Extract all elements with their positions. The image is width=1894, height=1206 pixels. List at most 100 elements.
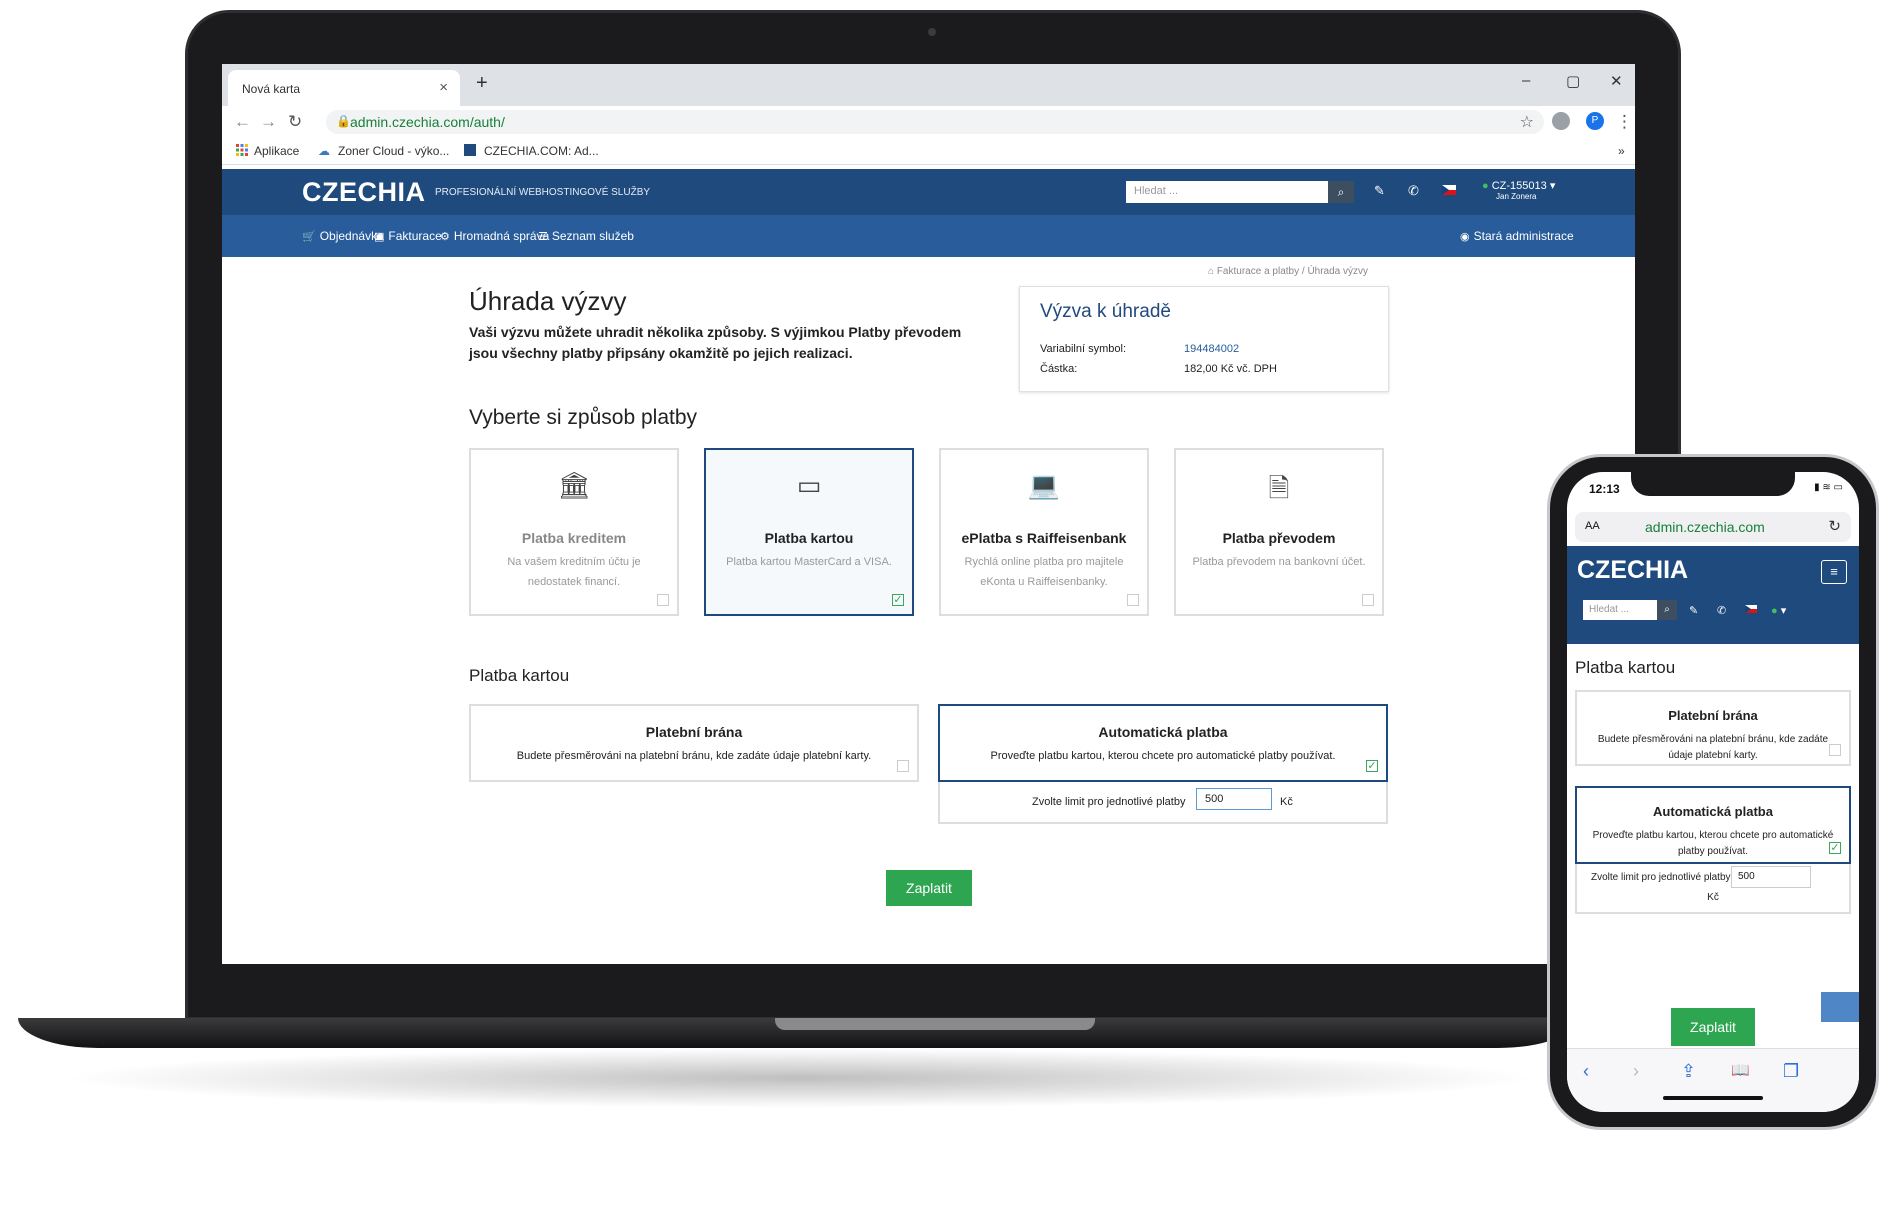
method-card-checkbox[interactable]: ✓ [892,594,904,606]
chat-avatar[interactable] [1821,992,1859,1022]
account-menu[interactable]: ● CZ-155013 ▾ Jan Zonera [1482,179,1555,201]
laptop-camera [928,28,936,36]
limit-input[interactable]: 500 [1196,788,1272,810]
phone-limit-input[interactable]: 500 [1731,866,1811,888]
window-close-icon[interactable]: ✕ [1610,72,1623,90]
method-raiffeisen[interactable]: 💻 ePlatba s Raiffeisenbank Rychlá online… [939,448,1149,616]
browser-menu-icon[interactable]: ⋮ [1616,112,1633,132]
bookmark-star-icon[interactable]: ☆ [1520,112,1534,132]
bookmark-czechia[interactable]: CZECHIA.COM: Ad... [484,144,599,158]
phone-option-automatic[interactable]: Automatická platba Proveďte platbu karto… [1575,786,1851,864]
phone-phone-icon[interactable]: ✆ [1717,604,1726,617]
nav-billing[interactable]: ▣ Fakturace [374,229,442,243]
phone-account-icon[interactable]: ● ▾ [1771,604,1786,617]
money-icon: ▣ [374,231,385,243]
reload-icon[interactable]: ↻ [288,112,302,132]
minimize-icon[interactable]: – [1522,72,1530,89]
more-bookmarks-icon[interactable]: » [1618,144,1625,158]
method-card[interactable]: ▭ Platba kartou Platba kartou MasterCard… [704,448,914,616]
phone-flag-icon[interactable] [1745,604,1757,616]
payment-method-heading: Vyberte si způsob platby [469,406,698,429]
invoice-title: Výzva k úhradě [1040,301,1171,322]
nav-bulk-management[interactable]: ⚙ Hromadná správa [440,229,549,243]
credit-card-icon: ▭ [796,470,822,500]
nav-orders[interactable]: 🛒 Objednávka [302,229,384,243]
phone-site-header: CZECHIA ≡ Hledat ... ⌕ ✎ ✆ ● ▾ [1567,546,1859,644]
method-credit-desc: Na vašem kreditním účtu je nedostatek fi… [507,556,641,588]
safari-forward-icon[interactable]: › [1633,1061,1639,1082]
phone-pay-button[interactable]: Zaplatit [1671,1008,1755,1046]
phone-search-icon[interactable]: ⌕ [1657,600,1677,620]
bookmarks-icon[interactable]: 📖 [1731,1061,1750,1079]
method-credit-title: Platba kreditem [521,530,627,546]
nav-old-admin[interactable]: ◉ Stará administrace [1460,229,1574,243]
page-title: Úhrada výzvy [469,286,627,316]
lock-icon: 🔒 [336,114,351,128]
pay-button[interactable]: Zaplatit [886,870,972,906]
list-icon: ☰ [538,231,548,243]
pencil-icon[interactable]: ✎ [1374,183,1385,199]
nav-billing-label: Fakturace [388,229,442,243]
globe-icon: ◉ [1460,231,1470,243]
new-tab-icon[interactable]: + [476,72,488,95]
option-automatic-desc: Proveďte platbu kartou, kterou chcete pr… [990,750,1336,762]
option-automatic-payment[interactable]: Automatická platba Proveďte platbu karto… [938,704,1388,782]
method-transfer[interactable]: 🗎 Platba převodem Platba převodem na ban… [1174,448,1384,616]
profile-avatar[interactable]: P [1586,112,1604,130]
address-bar[interactable]: 🔒 admin.czechia.com/auth/ ☆ [326,110,1544,134]
amount-label: Částka: [1040,363,1078,375]
status-online-icon: ● [1482,180,1489,192]
invoice-box: Výzva k úhradě Variabilní symbol: 194484… [1019,286,1389,392]
laptop-base-notch [775,1018,1095,1030]
bookmarks-bar: Aplikace ☁ Zoner Cloud - výko... CZECHIA… [222,138,1635,165]
phone-logo[interactable]: CZECHIA [1577,556,1688,585]
phone-icon[interactable]: ✆ [1408,183,1419,199]
hamburger-menu-icon[interactable]: ≡ [1821,560,1847,584]
search-input[interactable]: Hledat ... [1126,181,1328,203]
method-raiffeisen-checkbox[interactable] [1127,594,1139,606]
apps-grid-icon [236,144,248,159]
method-credit-checkbox[interactable] [657,594,669,606]
search-icon[interactable]: ⌕ [1328,181,1354,203]
phone-search-input[interactable]: Hledat ... [1583,600,1657,620]
text-size-icon[interactable]: AA [1585,520,1600,532]
tabs-icon[interactable]: ❐ [1783,1061,1799,1082]
forward-icon[interactable]: → [260,112,277,132]
close-tab-icon[interactable]: × [439,79,448,96]
browser-toolbar: ← → ↻ 🔒 admin.czechia.com/auth/ ☆ P ⋮ [222,106,1635,138]
home-icon[interactable]: ⌂ [1208,266,1214,277]
method-credit[interactable]: 🏛 Platba kreditem Na vašem kreditním účt… [469,448,679,616]
extension-icon[interactable] [1552,112,1570,130]
bookmark-zoner-cloud[interactable]: Zoner Cloud - výko... [338,144,449,158]
option-automatic-checkbox[interactable]: ✓ [1366,760,1378,772]
phone-limit-label: Zvolte limit pro jednotlivé platby [1591,872,1731,883]
bookmark-apps[interactable]: Aplikace [254,144,299,158]
czech-flag-icon[interactable] [1442,183,1456,198]
back-icon[interactable]: ← [234,112,251,132]
method-transfer-checkbox[interactable] [1362,594,1374,606]
site-nav: 🛒 Objednávka ▣ Fakturace ⚙ Hromadná správa … [222,215,1635,257]
phone-gateway-title: Platební brána [1668,708,1758,723]
share-icon[interactable]: ⇪ [1681,1061,1696,1082]
option-payment-gateway[interactable]: Platební brána Budete přesměrováni na pl… [469,704,919,782]
phone-automatic-checkbox[interactable]: ✓ [1829,842,1841,854]
var-symbol-value[interactable]: 194484002 [1184,343,1239,355]
breadcrumb-parent[interactable]: Fakturace a platby [1217,266,1299,277]
cart-icon: 🛒 [302,231,316,243]
nav-services-list[interactable]: ☰ Seznam služeb [538,229,634,243]
home-indicator [1663,1096,1763,1100]
phone-address-bar[interactable]: AA admin.czechia.com ↻ [1575,512,1851,542]
phone-gateway-checkbox[interactable] [1829,744,1841,756]
maximize-icon[interactable]: ▢ [1566,72,1580,90]
account-name: Jan Zonera [1496,192,1537,201]
phone-option-gateway[interactable]: Platební brána Budete přesměrováni na pl… [1575,690,1851,766]
phone-reload-icon[interactable]: ↻ [1828,517,1841,535]
phone-pencil-icon[interactable]: ✎ [1689,604,1698,617]
option-gateway-checkbox[interactable] [897,760,909,772]
czechia-logo[interactable]: CZECHIA [302,177,426,208]
document-icon: 🗎 [1268,473,1290,503]
method-card-desc: Platba kartou MasterCard a VISA. [726,556,892,568]
cloud-icon: ☁ [318,144,330,158]
safari-back-icon[interactable]: ‹ [1583,1061,1589,1082]
browser-tab[interactable]: Nová karta × [228,70,460,106]
